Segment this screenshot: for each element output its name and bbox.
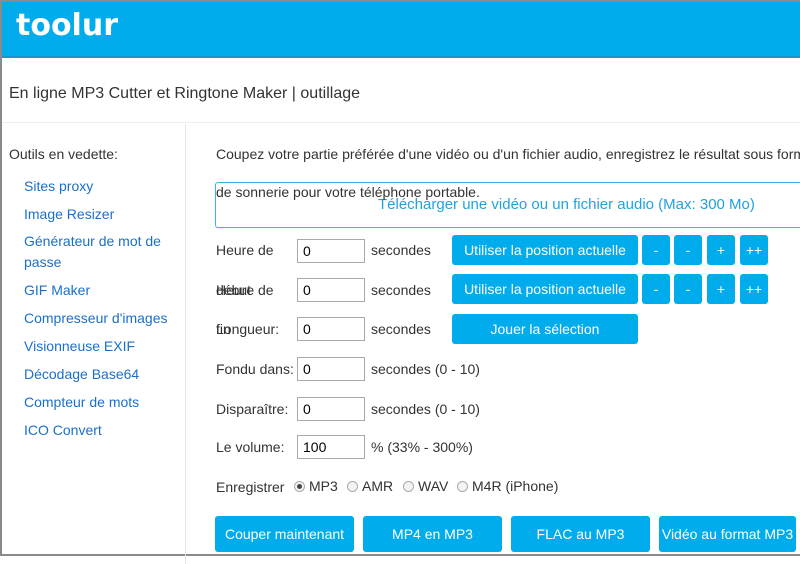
end-plus-big-button[interactable]: ++ bbox=[740, 274, 768, 304]
sidebar-link-word-counter[interactable]: Compteur de mots bbox=[24, 392, 174, 413]
length-input[interactable] bbox=[297, 317, 365, 341]
radio-mp3-label: MP3 bbox=[309, 478, 338, 494]
divider bbox=[2, 122, 800, 123]
sidebar-link-ico-convert[interactable]: ICO Convert bbox=[24, 420, 174, 441]
end-label-overflow: fin bbox=[216, 321, 231, 337]
logo[interactable]: toolur bbox=[16, 8, 118, 43]
sidebar-link-gif-maker[interactable]: GIF Maker bbox=[24, 280, 174, 301]
video-to-mp3-button[interactable]: Vidéo au format MP3 bbox=[659, 516, 796, 552]
end-minus-button[interactable]: - bbox=[674, 274, 702, 304]
radio-m4r[interactable]: M4R (iPhone) bbox=[457, 478, 558, 494]
sidebar-link-image-resizer[interactable]: Image Resizer bbox=[24, 204, 174, 225]
start-label-overflow: début bbox=[216, 282, 252, 298]
intro-text: Coupez votre partie préférée d'une vidéo… bbox=[216, 146, 800, 162]
fade-in-unit: secondes (0 - 10) bbox=[371, 361, 480, 377]
volume-unit: % (33% - 300%) bbox=[371, 439, 473, 455]
sidebar-link-proxy[interactable]: Sites proxy bbox=[24, 176, 174, 197]
sidebar-link-base64[interactable]: Décodage Base64 bbox=[24, 364, 174, 385]
radio-amr[interactable]: AMR bbox=[347, 478, 393, 494]
radio-icon[interactable] bbox=[347, 481, 358, 492]
start-unit: secondes bbox=[371, 242, 431, 258]
play-selection-button[interactable]: Jouer la sélection bbox=[452, 314, 638, 344]
start-minus-button[interactable]: - bbox=[674, 235, 702, 265]
radio-amr-label: AMR bbox=[362, 478, 394, 494]
radio-icon[interactable] bbox=[457, 481, 468, 492]
fade-in-input[interactable] bbox=[297, 357, 365, 381]
radio-icon[interactable] bbox=[403, 481, 414, 492]
fade-out-unit: secondes (0 - 10) bbox=[371, 401, 480, 417]
site-header: toolur bbox=[2, 2, 800, 58]
start-label: Heure de bbox=[216, 242, 274, 258]
sidebar-link-image-compressor[interactable]: Compresseur d'images bbox=[24, 308, 174, 329]
start-use-current-button[interactable]: Utiliser la position actuelle bbox=[452, 235, 638, 265]
intro-text-2: de sonnerie pour votre téléphone portabl… bbox=[216, 184, 480, 200]
volume-input[interactable] bbox=[297, 435, 365, 459]
radio-m4r-label: M4R (iPhone) bbox=[472, 478, 559, 494]
end-minus-big-button[interactable]: - bbox=[642, 274, 670, 304]
start-plus-big-button[interactable]: ++ bbox=[740, 235, 768, 265]
radio-mp3[interactable]: MP3 bbox=[294, 478, 338, 494]
start-time-input[interactable] bbox=[297, 239, 365, 263]
radio-checked-icon[interactable] bbox=[294, 481, 305, 492]
start-plus-button[interactable]: + bbox=[707, 235, 735, 265]
save-label: Enregistrer bbox=[216, 479, 285, 495]
fade-out-input[interactable] bbox=[297, 397, 365, 421]
mp4-to-mp3-button[interactable]: MP4 en MP3 bbox=[363, 516, 502, 552]
start-minus-big-button[interactable]: - bbox=[642, 235, 670, 265]
flac-to-mp3-button[interactable]: FLAC au MP3 bbox=[511, 516, 650, 552]
end-plus-button[interactable]: + bbox=[707, 274, 735, 304]
radio-wav-label: WAV bbox=[418, 478, 449, 494]
sidebar-link-exif-viewer[interactable]: Visionneuse EXIF bbox=[24, 336, 174, 357]
radio-wav[interactable]: WAV bbox=[403, 478, 448, 494]
fade-out-label: Disparaître: bbox=[216, 401, 289, 417]
end-unit: secondes bbox=[371, 282, 431, 298]
length-unit: secondes bbox=[371, 321, 431, 337]
volume-label: Le volume: bbox=[216, 439, 285, 455]
sidebar-link-password-generator[interactable]: Générateur de mot de passe bbox=[24, 231, 174, 273]
sidebar-heading: Outils en vedette: bbox=[9, 146, 118, 162]
cut-now-button[interactable]: Couper maintenant bbox=[215, 516, 354, 552]
page-title: En ligne MP3 Cutter et Ringtone Maker | … bbox=[9, 85, 361, 102]
end-use-current-button[interactable]: Utiliser la position actuelle bbox=[452, 274, 638, 304]
end-time-input[interactable] bbox=[297, 278, 365, 302]
sidebar: Outils en vedette: Sites proxy Image Res… bbox=[2, 124, 186, 564]
fade-in-label: Fondu dans: bbox=[216, 361, 294, 377]
